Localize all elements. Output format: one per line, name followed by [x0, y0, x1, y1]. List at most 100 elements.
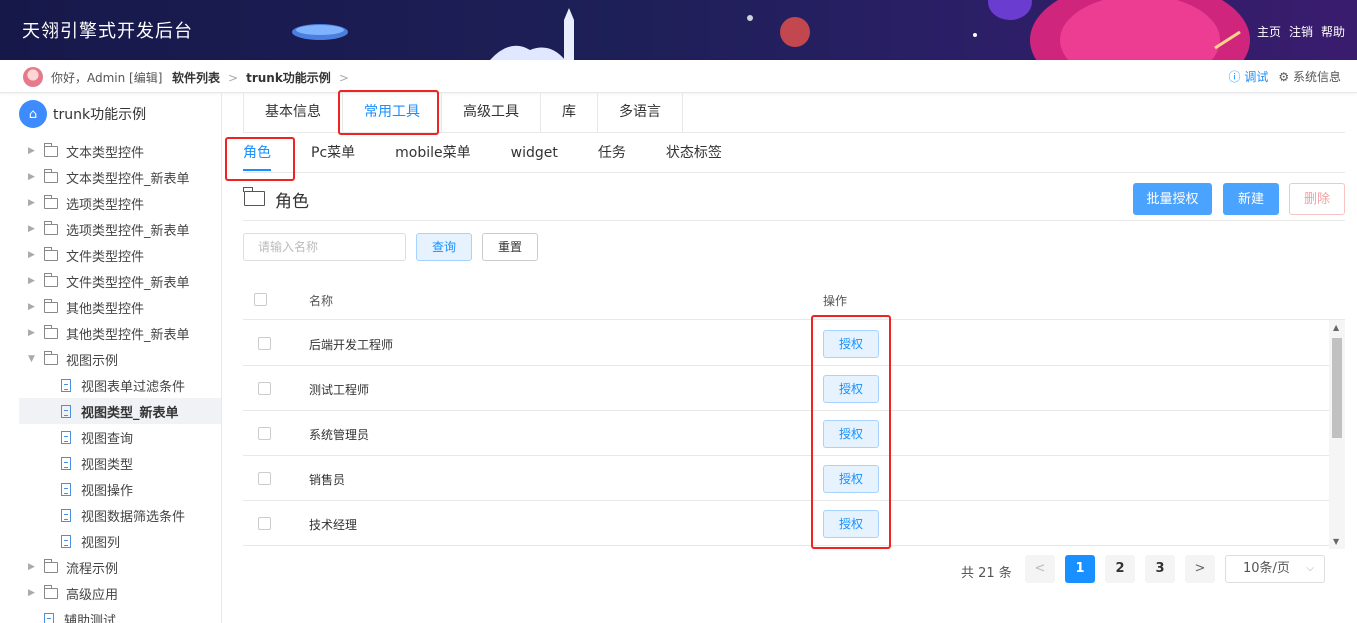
sidebar-item[interactable]: ▶ 文本类型控件 — [19, 138, 221, 164]
row-checkbox[interactable] — [258, 337, 271, 350]
role-name: 测试工程师 — [309, 383, 370, 397]
batch-grant-button[interactable]: 批量授权 — [1133, 183, 1212, 215]
sidebar-root-label: trunk功能示例 — [53, 107, 147, 123]
sidebar-item[interactable]: ▶ 选项类型控件_新表单 — [19, 216, 221, 242]
page-size-select[interactable]: 10条/页 ⌵ — [1225, 555, 1325, 583]
tab-advanced-tools[interactable]: 高级工具 — [442, 93, 541, 132]
sidebar-item[interactable]: 辅助测试 — [19, 606, 221, 623]
caret-right-icon[interactable]: ▶ — [28, 146, 40, 156]
tab-widget[interactable]: widget — [511, 139, 558, 172]
scroll-down-icon[interactable]: ▼ — [1333, 537, 1339, 546]
table-row: 系统管理员 授权 — [243, 411, 1329, 456]
sidebar-item-label: 流程示例 — [66, 561, 119, 577]
sidebar-item-label: 视图列 — [81, 535, 121, 551]
sidebar-item-label: 其他类型控件_新表单 — [66, 327, 190, 343]
home-link[interactable]: 主页 — [1257, 23, 1281, 40]
help-link[interactable]: 帮助 — [1321, 23, 1345, 40]
column-header-name: 名称 — [309, 294, 334, 308]
row-checkbox[interactable] — [258, 472, 271, 485]
caret-right-icon[interactable]: ▶ — [28, 198, 40, 208]
tab-basic-info[interactable]: 基本信息 — [243, 93, 343, 132]
row-checkbox[interactable] — [258, 382, 271, 395]
caret-right-icon[interactable]: ▶ — [28, 588, 40, 598]
sidebar-item[interactable]: ▶ 其他类型控件 — [19, 294, 221, 320]
caret-right-icon[interactable]: ▶ — [28, 562, 40, 572]
document-icon — [61, 534, 71, 548]
folder-icon — [44, 246, 58, 261]
scroll-up-icon[interactable]: ▲ — [1333, 323, 1339, 332]
sidebar-item[interactable]: 视图列 — [19, 528, 221, 554]
tab-multilanguage[interactable]: 多语言 — [598, 93, 683, 132]
sidebar-item[interactable]: ▶ 选项类型控件 — [19, 190, 221, 216]
document-icon — [61, 482, 71, 496]
sidebar-item-label: 文件类型控件_新表单 — [66, 275, 190, 291]
caret-right-icon[interactable]: ▶ — [28, 302, 40, 312]
sidebar-item[interactable]: 视图类型_新表单 — [19, 398, 221, 424]
logout-link[interactable]: 注销 — [1289, 23, 1313, 40]
caret-down-icon[interactable]: ▼ — [28, 354, 40, 364]
page-3-button[interactable]: 3 — [1145, 555, 1175, 583]
tab-status-label[interactable]: 状态标签 — [666, 139, 722, 172]
new-button[interactable]: 新建 — [1223, 183, 1279, 215]
sidebar-root[interactable]: ⌂ trunk功能示例 — [19, 100, 146, 128]
sidebar-item[interactable]: ▶ 其他类型控件_新表单 — [19, 320, 221, 346]
sidebar-item[interactable]: ▶ 文本类型控件_新表单 — [19, 164, 221, 190]
prev-page-button[interactable]: < — [1025, 555, 1055, 583]
table-scrollbar[interactable]: ▲ ▼ — [1329, 320, 1345, 549]
table-row: 后端开发工程师 授权 — [243, 321, 1329, 366]
sidebar-item[interactable]: ▶ 文件类型控件_新表单 — [19, 268, 221, 294]
sidebar-item[interactable]: 视图操作 — [19, 476, 221, 502]
caret-right-icon[interactable]: ▶ — [28, 250, 40, 260]
document-icon — [61, 508, 71, 522]
header-decoration-icon — [292, 0, 1250, 60]
row-checkbox[interactable] — [258, 427, 271, 440]
sidebar-item[interactable]: 视图数据筛选条件 — [19, 502, 221, 528]
secondary-tabs: 角色 Pc菜单 mobile菜单 widget 任务 状态标签 — [243, 139, 1345, 173]
sidebar-item-label: 高级应用 — [66, 587, 119, 603]
sidebar-item[interactable]: ▼ 视图示例 — [19, 346, 221, 372]
page-1-button[interactable]: 1 — [1065, 555, 1095, 583]
sidebar-item[interactable]: ▶ 高级应用 — [19, 580, 221, 606]
sidebar-item-label: 视图操作 — [81, 483, 134, 499]
right-tools: ⓘ 调试 ⚙ 系统信息 — [1229, 68, 1341, 85]
reset-button[interactable]: 重置 — [482, 233, 538, 261]
debug-link[interactable]: ⓘ 调试 — [1229, 68, 1269, 85]
folder-icon — [44, 272, 58, 287]
sidebar-item[interactable]: ▶ 流程示例 — [19, 554, 221, 580]
folder-icon — [44, 324, 58, 339]
select-all-checkbox[interactable] — [254, 293, 267, 306]
caret-right-icon[interactable]: ▶ — [28, 224, 40, 234]
sidebar-item[interactable]: 视图表单过滤条件 — [19, 372, 221, 398]
row-checkbox[interactable] — [258, 517, 271, 530]
tab-task[interactable]: 任务 — [598, 139, 626, 172]
page-2-button[interactable]: 2 — [1105, 555, 1135, 583]
sidebar-item[interactable]: 视图类型 — [19, 450, 221, 476]
table-row: 技术经理 授权 — [243, 501, 1329, 546]
sidebar-item-label: 其他类型控件 — [66, 301, 145, 317]
tab-pc-menu[interactable]: Pc菜单 — [311, 139, 355, 172]
search-input[interactable] — [243, 233, 406, 261]
sysinfo-link[interactable]: ⚙ 系统信息 — [1278, 68, 1341, 85]
sidebar-item[interactable]: ▶ 文件类型控件 — [19, 242, 221, 268]
sidebar-item[interactable]: 视图查询 — [19, 424, 221, 450]
highlight-box-common-tools — [338, 90, 439, 135]
document-icon — [61, 430, 71, 444]
sidebar-item-label: 选项类型控件 — [66, 197, 145, 213]
tab-mobile-menu[interactable]: mobile菜单 — [395, 139, 470, 172]
caret-right-icon[interactable]: ▶ — [28, 276, 40, 286]
tab-library[interactable]: 库 — [541, 93, 598, 132]
next-page-button[interactable]: > — [1185, 555, 1215, 583]
caret-right-icon[interactable]: ▶ — [28, 328, 40, 338]
query-button[interactable]: 查询 — [416, 233, 472, 261]
breadcrumb-trunk[interactable]: trunk功能示例 — [246, 69, 331, 86]
sidebar-item-label: 视图示例 — [66, 353, 119, 369]
sidebar-item-label: 文本类型控件_新表单 — [66, 171, 190, 187]
page-size-value: 10条/页 — [1243, 561, 1290, 576]
caret-right-icon[interactable]: ▶ — [28, 172, 40, 182]
scrollbar-thumb[interactable] — [1332, 338, 1342, 438]
delete-button[interactable]: 删除 — [1289, 183, 1345, 215]
breadcrumb-software-list[interactable]: 软件列表 — [172, 69, 220, 86]
user-greeting[interactable]: 你好，Admin [编辑] — [51, 69, 162, 86]
role-name: 技术经理 — [309, 518, 358, 532]
folder-icon — [44, 558, 58, 573]
